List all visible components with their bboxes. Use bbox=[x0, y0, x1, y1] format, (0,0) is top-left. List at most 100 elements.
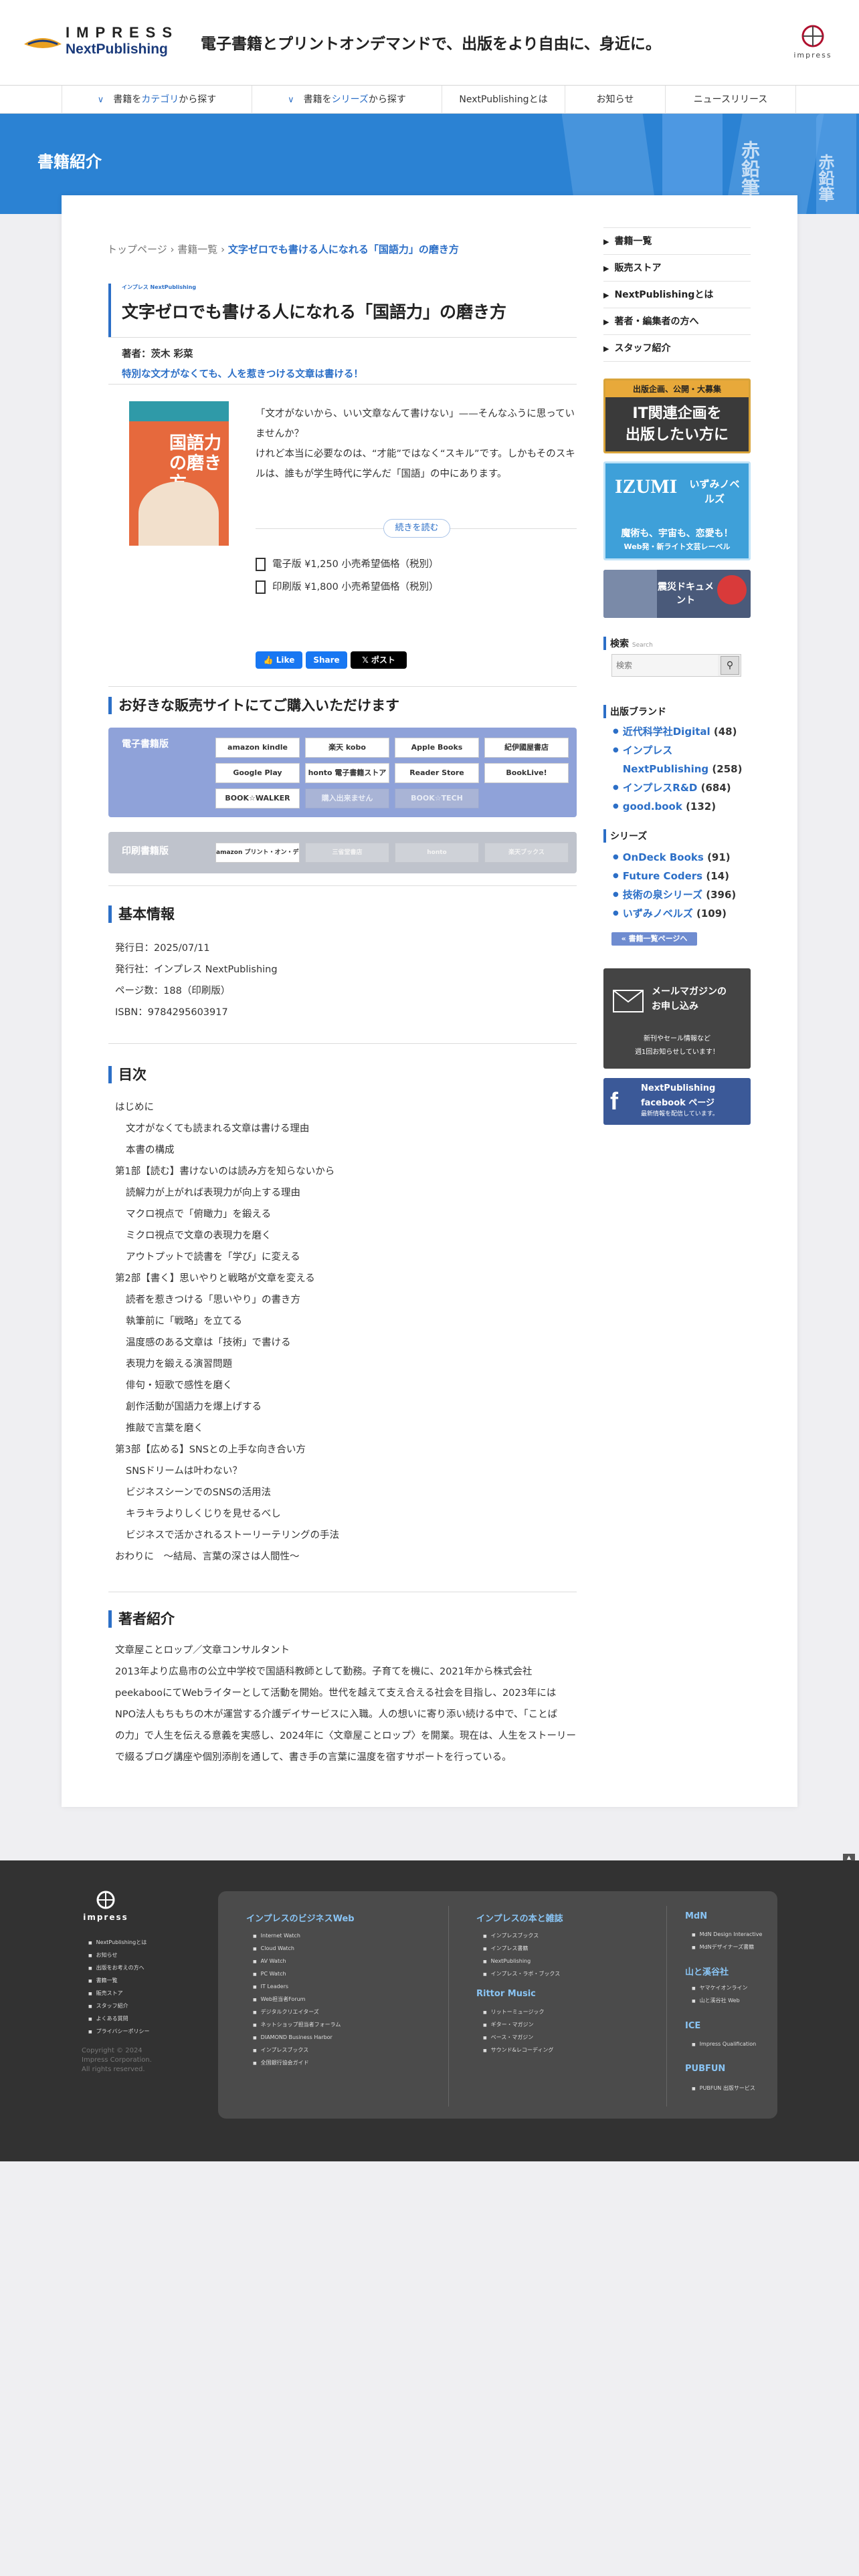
toc-item: ビジネスで活かされるストーリーテリングの手法 bbox=[126, 1530, 339, 1541]
footer-link[interactable]: ■ リットーミュージック bbox=[483, 2006, 657, 2019]
readmore-button[interactable]: 続きを読む bbox=[383, 519, 450, 538]
footer-link[interactable]: ■ インプレスブックス bbox=[253, 2044, 440, 2057]
nav-series[interactable]: ∨ 書籍をシリーズから探す bbox=[252, 86, 442, 114]
search-button[interactable]: ⚲ bbox=[721, 656, 739, 675]
footer-link[interactable]: ■ ギター・マガジン bbox=[483, 2019, 657, 2032]
facebook-like-button[interactable]: 👍 Like bbox=[256, 651, 302, 669]
breadcrumb-list[interactable]: 書籍一覧 bbox=[177, 243, 217, 255]
series-heading: シリーズ bbox=[603, 829, 751, 843]
footer-link[interactable]: ■ Impress Qualification bbox=[692, 2038, 772, 2051]
footer-link[interactable]: ■ ヤマケイオンライン bbox=[692, 1982, 772, 1995]
facebook-page-banner[interactable]: f NextPublishing facebook ページ 最新情報を配信してい… bbox=[603, 1078, 751, 1125]
print-shops-label: 印刷書籍版 bbox=[122, 846, 169, 857]
shop-logo[interactable]: amazon プリント・オン・デマンド bbox=[215, 843, 300, 863]
toc-item: 読者を惹きつける「思いやり」の書き方 bbox=[126, 1295, 300, 1305]
footer-link[interactable]: ■ ベース・マガジン bbox=[483, 2032, 657, 2044]
footer-link[interactable]: ■ インプレスブックス bbox=[483, 1930, 657, 1943]
list-item-text: インプレスR&D (684) bbox=[623, 778, 731, 797]
banner-izumi-novels[interactable]: IZUMI いずみノベルズ 魔術も、宇宙も、恋愛も！ Web発・新ライト文芸レー… bbox=[603, 461, 751, 560]
bullet-icon: ■ bbox=[692, 1986, 696, 1991]
breadcrumb-home[interactable]: トップページ bbox=[107, 243, 167, 255]
footer-col3c-heading: ICE bbox=[685, 2021, 701, 2031]
footer-link[interactable]: ■ Web担当者Forum bbox=[253, 1994, 440, 2006]
footer-link[interactable]: ■ MdN Design Interactive bbox=[692, 1929, 772, 1941]
footer-link[interactable]: ■ Internet Watch bbox=[253, 1930, 440, 1943]
list-item[interactable]: ● インプレスR&D (684) bbox=[613, 778, 751, 797]
footer-link[interactable]: ■ よくある質問 bbox=[88, 2013, 209, 2026]
sidebar-link[interactable]: ▶ スタッフ紹介 bbox=[603, 335, 751, 362]
footer-link[interactable]: ■ 書籍一覧 bbox=[88, 1975, 209, 1988]
shop-logo[interactable]: Google Play bbox=[215, 763, 300, 783]
list-item-text: 技術の泉シリーズ (396) bbox=[623, 885, 737, 904]
footer-link-label: IT Leaders bbox=[260, 1983, 289, 1990]
shop-logo[interactable]: Apple Books bbox=[395, 738, 479, 758]
bullet-icon: ● bbox=[613, 891, 619, 898]
site-logo[interactable]: IMPRESS NextPublishing bbox=[23, 24, 177, 60]
x-post-button[interactable]: 𝕏 ポスト bbox=[351, 651, 407, 669]
sidebar-link[interactable]: ▶ NextPublishingとは bbox=[603, 282, 751, 308]
list-item[interactable]: ● インプレス NextPublishing (258) bbox=[613, 741, 751, 778]
list-item[interactable]: ● いずみノベルズ (109) bbox=[613, 904, 751, 923]
shop-logo[interactable]: BookLive! bbox=[484, 763, 569, 783]
toc-item: 読解力が上がれば表現力が向上する理由 bbox=[126, 1188, 300, 1198]
footer-link[interactable]: ■ お知らせ bbox=[88, 1949, 209, 1962]
footer-link[interactable]: ■ ネットショップ担当者フォーラム bbox=[253, 2019, 440, 2032]
list-item-text: いずみノベルズ (109) bbox=[623, 904, 727, 923]
shop-logo[interactable]: Reader Store bbox=[395, 763, 479, 783]
footer-link[interactable]: ■ インプレス書籍 bbox=[483, 1943, 657, 1955]
list-item[interactable]: ● 技術の泉シリーズ (396) bbox=[613, 885, 751, 904]
nav-news[interactable]: お知らせ bbox=[565, 86, 665, 114]
facebook-share-button[interactable]: Share bbox=[306, 651, 347, 669]
footer-link[interactable]: ■ IT Leaders bbox=[253, 1981, 440, 1994]
footer-link[interactable]: ■ 販売ストア bbox=[88, 1988, 209, 2000]
shop-logo[interactable]: BOOK☆WALKER bbox=[215, 788, 300, 809]
ebook-icon bbox=[256, 558, 266, 571]
nav-about[interactable]: NextPublishingとは bbox=[442, 86, 565, 114]
footer-link[interactable]: ■ Cloud Watch bbox=[253, 1943, 440, 1955]
footer-link[interactable]: ■ DIAMOND Business Harbor bbox=[253, 2032, 440, 2044]
impress-corner-logo[interactable]: impress bbox=[789, 24, 836, 62]
sidebar-link[interactable]: ▶ 著者・編集者の方へ bbox=[603, 308, 751, 335]
footer-link[interactable]: ■ AV Watch bbox=[253, 1955, 440, 1968]
footer-link[interactable]: ■ NextPublishingとは bbox=[88, 1937, 209, 1949]
footer-link[interactable]: ■ サウンド&レコーディング bbox=[483, 2044, 657, 2057]
footer-link[interactable]: ■ PUBFUN 出版サービス bbox=[692, 2082, 772, 2095]
footer-link[interactable]: ■ NextPublishing bbox=[483, 1955, 657, 1968]
footer-link[interactable]: ■ MdNデザイナーズ書籍 bbox=[692, 1941, 772, 1954]
list-item[interactable]: ● 近代科学社Digital (48) bbox=[613, 722, 751, 741]
list-item-count: (48) bbox=[713, 726, 737, 738]
banner-it-planning[interactable]: 出版企画、公開・大募集 IT関連企画を 出版したい方に bbox=[603, 379, 751, 453]
shop-logo[interactable]: 紀伊國屋書店 bbox=[484, 738, 569, 758]
footer-link[interactable]: ■ PC Watch bbox=[253, 1968, 440, 1981]
info-heading: 基本情報 bbox=[108, 905, 577, 923]
shop-logo[interactable]: amazon kindle bbox=[215, 738, 300, 758]
list-item[interactable]: ● OnDeck Books (91) bbox=[613, 848, 751, 867]
sidebar-link[interactable]: ▶ 販売ストア bbox=[603, 255, 751, 282]
copyright-line: Copyright © 2024 bbox=[82, 2047, 142, 2054]
footer-logo[interactable]: impress bbox=[79, 1890, 132, 1922]
footer-link[interactable]: ■ インプレス・ラボ・ブックス bbox=[483, 1968, 657, 1981]
book-cover[interactable]: 国語力の磨き方 bbox=[129, 401, 229, 546]
list-item[interactable]: ● good.book (132) bbox=[613, 797, 751, 816]
shop-logo[interactable]: 楽天 kobo bbox=[305, 738, 389, 758]
banner-disaster-document[interactable]: 震災ドキュメント bbox=[603, 570, 751, 618]
footer-link[interactable]: ■ 山と溪谷社 Web bbox=[692, 1995, 772, 2008]
toc-item: 第1部【読む】書けないのは読み方を知らないから bbox=[115, 1166, 335, 1177]
nav-releases[interactable]: ニュースリリース bbox=[665, 86, 796, 114]
footer-link[interactable]: ■ 出版をお考えの方へ bbox=[88, 1962, 209, 1975]
mail-magazine-banner[interactable]: メールマガジンの お申し込み 新刊やセール情報など 週1回お知らせしています！ bbox=[603, 968, 751, 1069]
nav-category[interactable]: ∨ 書籍をカテゴリから探す bbox=[62, 86, 252, 114]
search-input[interactable] bbox=[612, 655, 718, 676]
shop-logo[interactable]: honto 電子書籍ストア bbox=[305, 763, 389, 783]
list-item-text: OnDeck Books (91) bbox=[623, 848, 731, 867]
all-books-button[interactable]: « 書籍一覧ページへ bbox=[611, 932, 697, 946]
footer-link-label: ベース・マガジン bbox=[490, 2034, 534, 2040]
sidebar-link[interactable]: ▶ 書籍一覧 bbox=[603, 228, 751, 255]
footer-link[interactable]: ■ デジタルクリエイターズ bbox=[253, 2006, 440, 2019]
footer-link[interactable]: ■ 全国銀行協会ガイド bbox=[253, 2057, 440, 2070]
list-item[interactable]: ● Future Coders (14) bbox=[613, 867, 751, 885]
toc-item: ビジネスシーンでのSNSの活用法 bbox=[126, 1487, 272, 1498]
author-bio-line: の力」で人生を伝える意義を実感し、2024年に〈文章屋ことロップ〉を開業。現在は… bbox=[115, 1731, 576, 1741]
footer-link[interactable]: ■ プライバシーポリシー bbox=[88, 2026, 209, 2038]
footer-link[interactable]: ■ スタッフ紹介 bbox=[88, 2000, 209, 2013]
